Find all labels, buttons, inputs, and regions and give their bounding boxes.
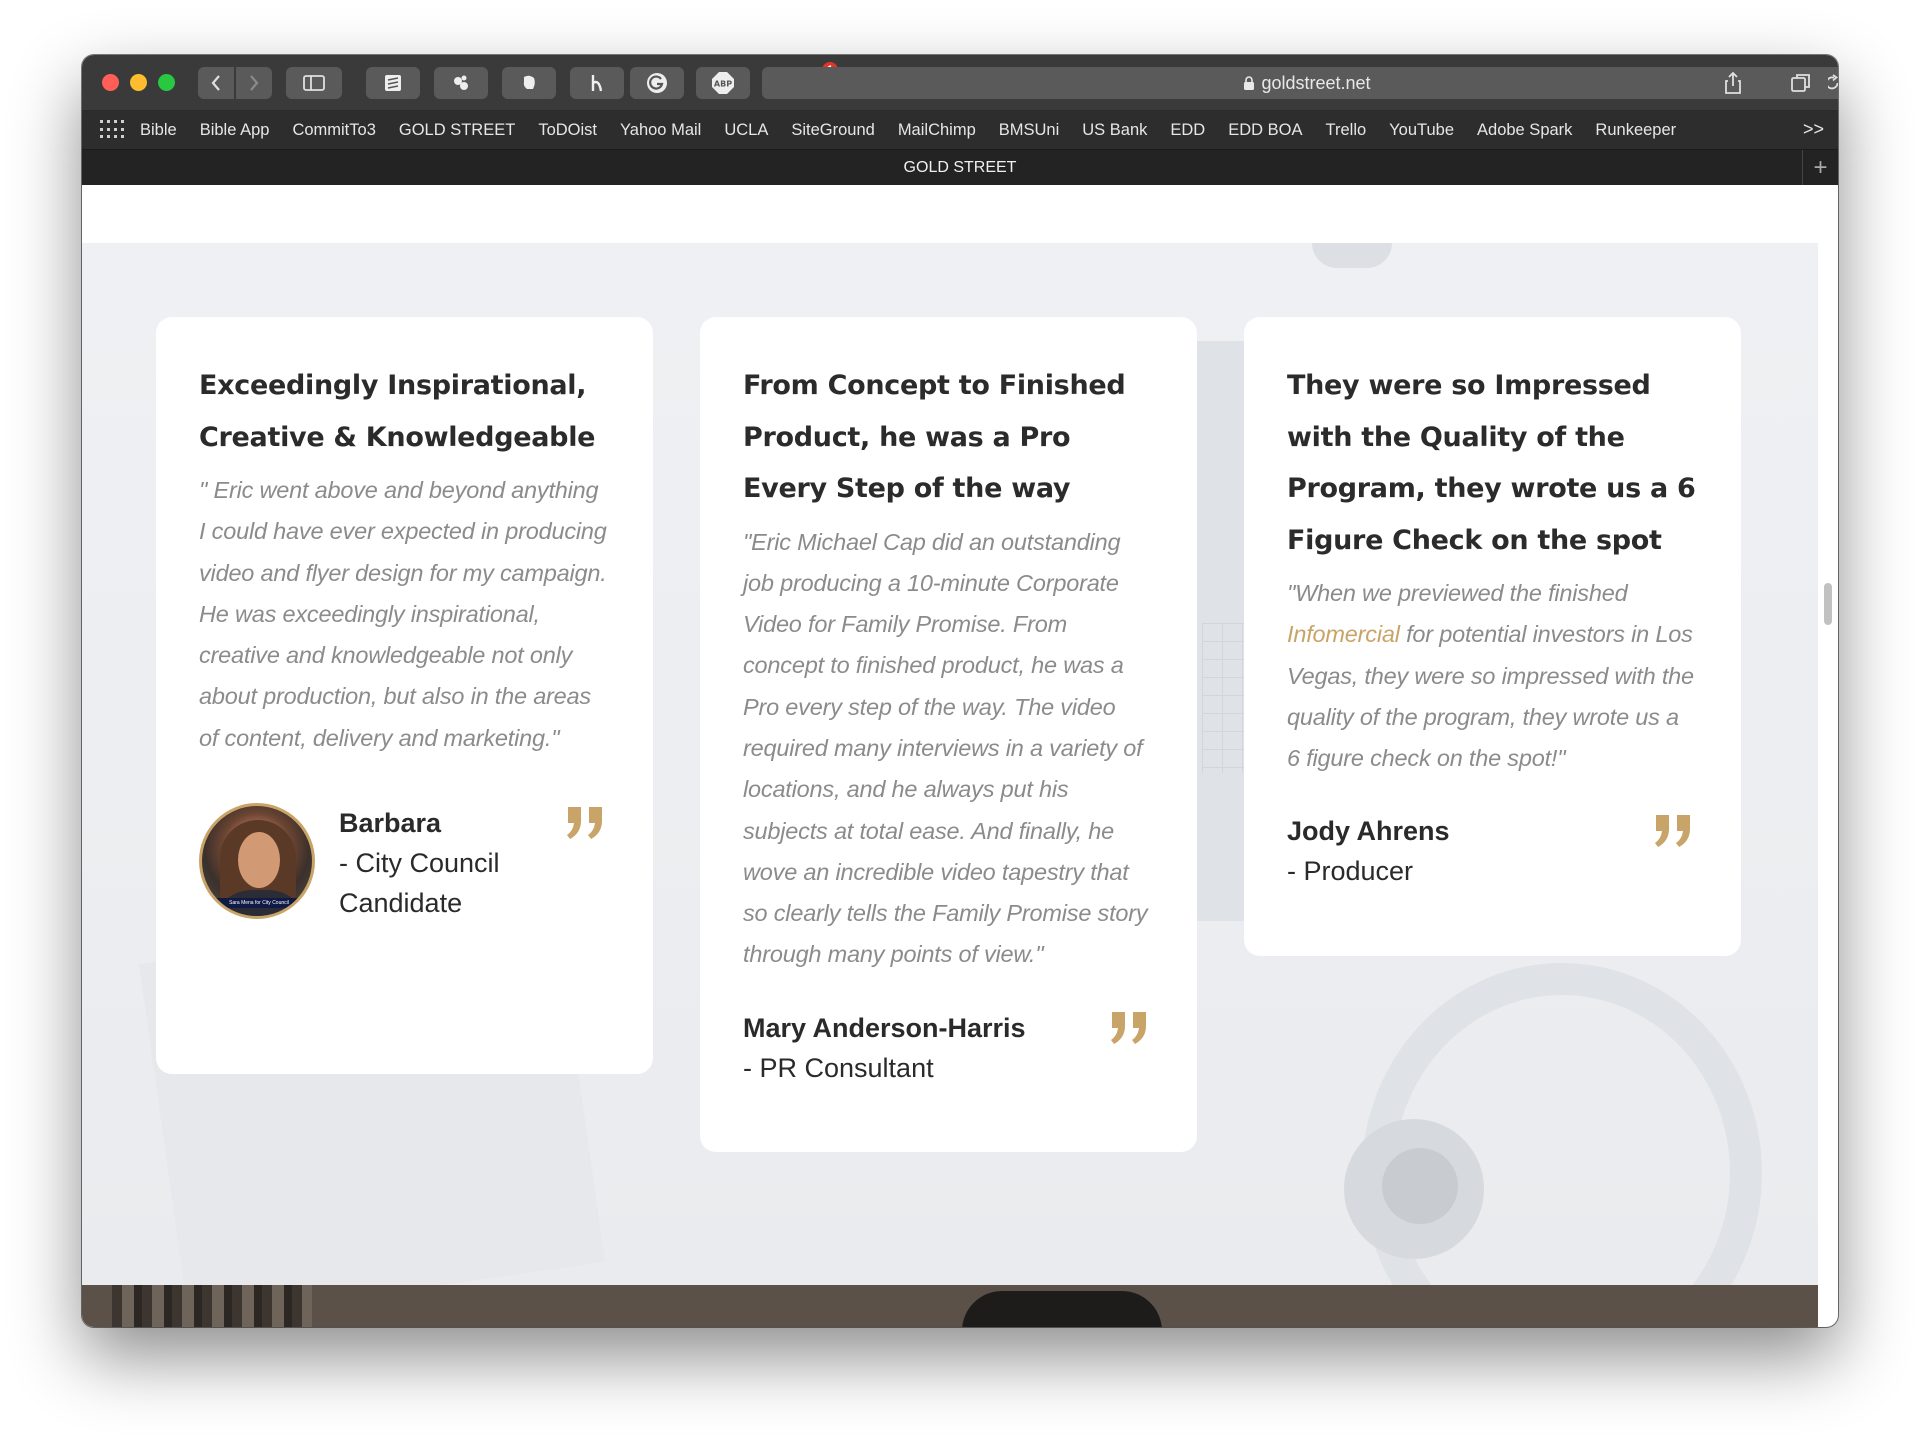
stack-icon bbox=[385, 75, 401, 91]
tab-overview-button[interactable] bbox=[1774, 67, 1828, 99]
bookmark-bible-app[interactable]: Bible App bbox=[200, 121, 270, 140]
page-content: Exceedingly Inspirational, Creative & Kn… bbox=[82, 185, 1818, 1327]
share-icon bbox=[1725, 72, 1741, 94]
bookmark-bible[interactable]: Bible bbox=[140, 121, 177, 140]
sidebar-icon bbox=[303, 75, 325, 91]
avatar: Sara Mena for City Council bbox=[199, 803, 315, 920]
tab-bar: GOLD STREET + bbox=[82, 149, 1838, 186]
bookmark-siteground[interactable]: SiteGround bbox=[791, 121, 874, 140]
new-tab-button[interactable]: + bbox=[1802, 150, 1838, 186]
page-scrollbar-thumb[interactable] bbox=[1824, 583, 1832, 625]
close-window-button[interactable] bbox=[102, 74, 119, 91]
author-name: Jody Ahrens bbox=[1287, 816, 1450, 847]
bookmark-youtube[interactable]: YouTube bbox=[1389, 121, 1454, 140]
bookmark-edd[interactable]: EDD bbox=[1170, 121, 1205, 140]
testimonial-author: Mary Anderson-Harris - PR Consultant bbox=[743, 1008, 1154, 1088]
background-headphone-ear-inner bbox=[1382, 1148, 1458, 1224]
bookmark-ucla[interactable]: UCLA bbox=[724, 121, 768, 140]
history-navigation bbox=[198, 67, 272, 99]
bookmark-edd-boa[interactable]: EDD BOA bbox=[1228, 121, 1302, 140]
testimonial-quote: "When we previewed the finished Infomerc… bbox=[1287, 573, 1698, 779]
photo-books bbox=[112, 1285, 312, 1327]
browser-window: ABP 1 goldstreet.net Bible Bible App Com… bbox=[82, 55, 1838, 1327]
testimonial-title: They were so Impressed with the Quality … bbox=[1287, 370, 1696, 556]
testimonials-section: Exceedingly Inspirational, Creative & Kn… bbox=[82, 243, 1818, 1285]
abp-icon: ABP bbox=[712, 72, 734, 94]
browser-toolbar: ABP 1 goldstreet.net bbox=[82, 55, 1838, 111]
ext-puzzle-button[interactable] bbox=[434, 67, 488, 99]
quote-text-before: "When we previewed the finished bbox=[1287, 580, 1628, 606]
sidebar-toggle-button[interactable] bbox=[286, 67, 342, 99]
puzzle-icon bbox=[454, 75, 468, 90]
bookmark-yahoo-mail[interactable]: Yahoo Mail bbox=[620, 121, 701, 140]
infomercial-link[interactable]: Infomercial bbox=[1287, 621, 1400, 647]
bookmark-trello[interactable]: Trello bbox=[1326, 121, 1367, 140]
bookmark-us-bank[interactable]: US Bank bbox=[1082, 121, 1147, 140]
testimonial-card-jody: They were so Impressed with the Quality … bbox=[1244, 317, 1741, 956]
testimonial-card-barbara: Exceedingly Inspirational, Creative & Kn… bbox=[156, 317, 653, 1074]
testimonial-card-mary: From Concept to Finished Product, he was… bbox=[700, 317, 1197, 1152]
testimonial-author: Jody Ahrens - Producer bbox=[1287, 811, 1698, 891]
bookmark-bmsuni[interactable]: BMSUni bbox=[999, 121, 1060, 140]
lock-icon bbox=[1244, 75, 1255, 90]
bookmark-runkeeper[interactable]: Runkeeper bbox=[1595, 121, 1676, 140]
testimonial-quote: "Eric Michael Cap did an outstanding job… bbox=[743, 528, 1148, 968]
quote-mark-icon bbox=[567, 807, 602, 840]
background-photo-detail bbox=[1312, 243, 1392, 268]
ext-adblock-button[interactable]: ABP bbox=[696, 67, 750, 99]
back-button[interactable] bbox=[198, 67, 234, 99]
testimonial-quote: " Eric went above and beyond anything I … bbox=[199, 477, 607, 751]
chevron-left-icon bbox=[211, 75, 220, 91]
bookmarks-bar: Bible Bible App CommitTo3 GOLD STREET To… bbox=[82, 111, 1838, 149]
zoom-window-button[interactable] bbox=[158, 74, 175, 91]
author-role: - Producer bbox=[1287, 856, 1414, 887]
ext-honey-button[interactable] bbox=[570, 67, 624, 99]
bookmark-gold-street[interactable]: GOLD STREET bbox=[399, 121, 515, 140]
forward-button[interactable] bbox=[236, 67, 272, 99]
testimonial-title: Exceedingly Inspirational, Creative & Kn… bbox=[199, 370, 596, 453]
quote-mark-icon bbox=[1655, 815, 1690, 848]
author-name: Barbara bbox=[339, 808, 442, 839]
bookmark-todoist[interactable]: ToDOist bbox=[538, 121, 597, 140]
apps-grid-icon[interactable] bbox=[100, 120, 126, 140]
photo-object bbox=[962, 1291, 1162, 1327]
testimonial-author: Sara Mena for City Council Barbara - Cit… bbox=[199, 803, 610, 923]
tabs-icon bbox=[1791, 74, 1810, 92]
author-role: - PR Consultant bbox=[743, 1052, 934, 1083]
ext-evernote-button[interactable] bbox=[502, 67, 556, 99]
bookmarks-overflow-button[interactable]: >> bbox=[1803, 119, 1824, 140]
testimonial-title: From Concept to Finished Product, he was… bbox=[743, 370, 1126, 504]
next-section-photo bbox=[82, 1285, 1818, 1327]
svg-text:ABP: ABP bbox=[714, 80, 732, 89]
bookmark-committo3[interactable]: CommitTo3 bbox=[292, 121, 375, 140]
quote-mark-icon bbox=[1111, 1011, 1146, 1044]
elephant-icon bbox=[523, 75, 535, 89]
grammarly-icon bbox=[647, 73, 667, 93]
share-button[interactable] bbox=[1706, 67, 1760, 99]
author-role: - City Council Candidate bbox=[339, 848, 500, 919]
url-text: goldstreet.net bbox=[1261, 72, 1371, 93]
h-letter-icon bbox=[591, 75, 603, 92]
active-tab-title[interactable]: GOLD STREET bbox=[904, 159, 1017, 177]
author-name: Mary Anderson-Harris bbox=[743, 1012, 1026, 1043]
bookmark-mailchimp[interactable]: MailChimp bbox=[898, 121, 976, 140]
bookmark-adobe-spark[interactable]: Adobe Spark bbox=[1477, 121, 1572, 140]
minimize-window-button[interactable] bbox=[130, 74, 147, 91]
avatar-caption: Sara Mena for City Council bbox=[216, 898, 302, 909]
ext-grammarly-button[interactable] bbox=[630, 67, 684, 99]
address-bar[interactable]: goldstreet.net bbox=[762, 67, 1838, 99]
chevron-right-icon bbox=[250, 75, 259, 91]
ext-stack-button[interactable] bbox=[366, 67, 420, 99]
